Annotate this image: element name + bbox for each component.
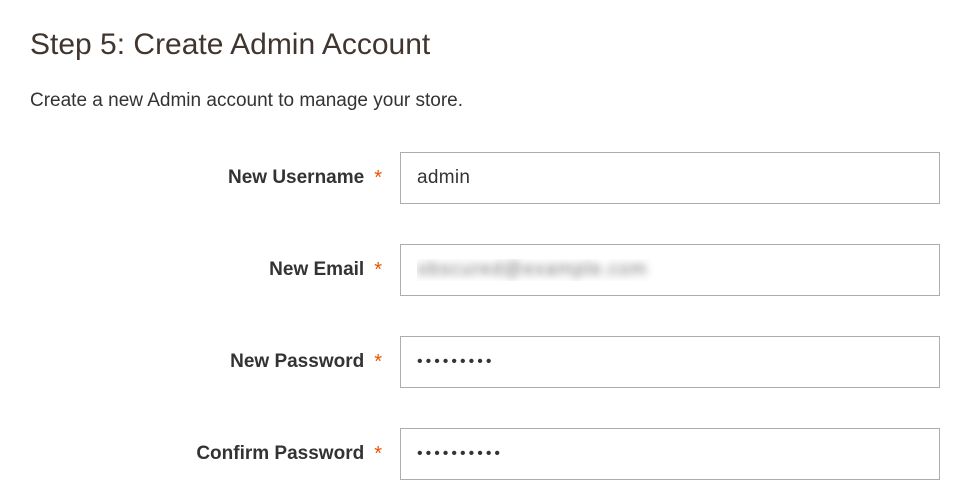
password-input[interactable] bbox=[400, 336, 940, 388]
email-label-wrap: New Email * bbox=[30, 259, 400, 282]
confirm-password-label: Confirm Password bbox=[196, 443, 364, 465]
username-input[interactable] bbox=[400, 152, 940, 204]
username-label: New Username bbox=[228, 167, 364, 189]
required-icon: * bbox=[374, 351, 382, 374]
username-row: New Username * bbox=[30, 152, 950, 204]
confirm-password-row: Confirm Password * bbox=[30, 428, 950, 480]
password-label: New Password bbox=[230, 351, 364, 373]
password-label-wrap: New Password * bbox=[30, 351, 400, 374]
required-icon: * bbox=[374, 167, 382, 190]
password-row: New Password * bbox=[30, 336, 950, 388]
required-icon: * bbox=[374, 259, 382, 282]
required-icon: * bbox=[374, 443, 382, 466]
confirm-password-label-wrap: Confirm Password * bbox=[30, 443, 400, 466]
email-label: New Email bbox=[269, 259, 364, 281]
email-row: New Email * bbox=[30, 244, 950, 296]
confirm-password-input[interactable] bbox=[400, 428, 940, 480]
email-input[interactable] bbox=[400, 244, 940, 296]
page-title: Step 5: Create Admin Account bbox=[30, 28, 950, 62]
username-label-wrap: New Username * bbox=[30, 167, 400, 190]
page-description: Create a new Admin account to manage you… bbox=[30, 90, 950, 112]
